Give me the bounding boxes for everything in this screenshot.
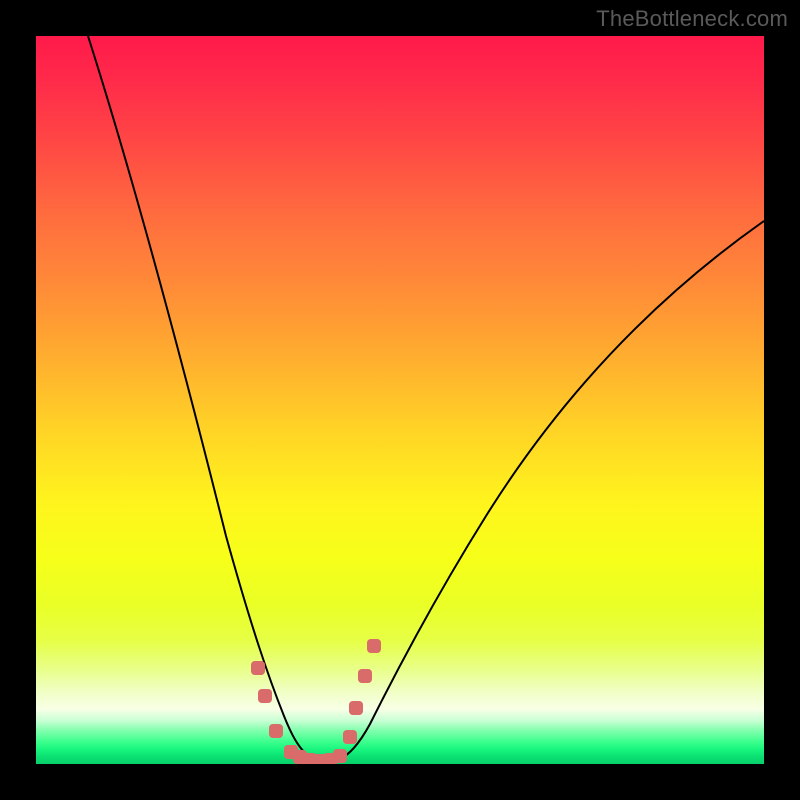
marker-group: [251, 639, 381, 764]
curve-marker: [343, 730, 357, 744]
chart-svg: [36, 36, 764, 764]
curve-marker: [258, 689, 272, 703]
curve-marker: [358, 669, 372, 683]
curve-marker: [367, 639, 381, 653]
watermark-text: TheBottleneck.com: [596, 6, 788, 32]
curve-marker: [251, 661, 265, 675]
bottleneck-curve: [88, 36, 764, 761]
plot-area: [36, 36, 764, 764]
curve-marker: [333, 749, 347, 763]
curve-marker: [349, 701, 363, 715]
curve-marker: [269, 724, 283, 738]
